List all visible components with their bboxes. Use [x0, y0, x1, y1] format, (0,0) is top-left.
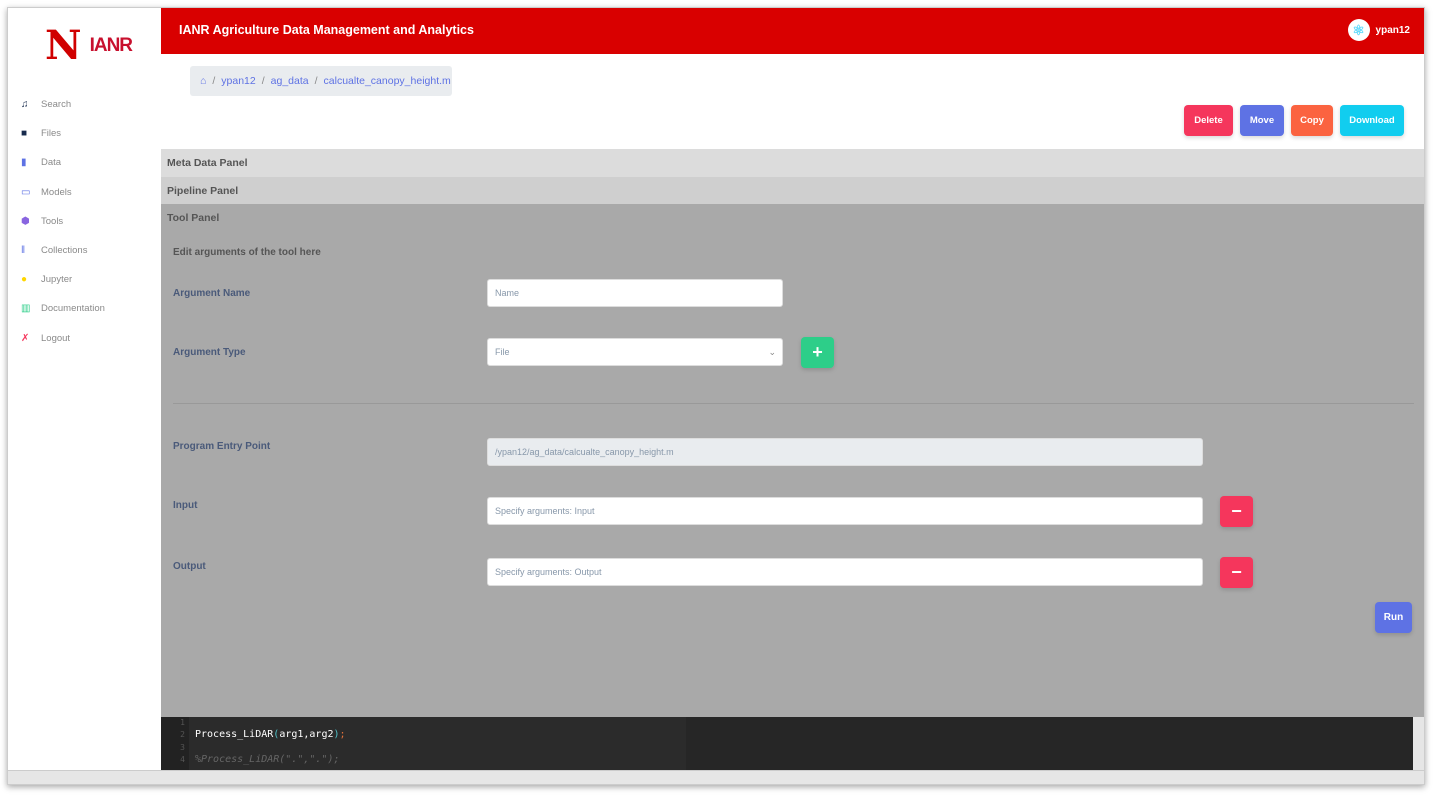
sidebar-item-search[interactable]: ♫ Search: [21, 90, 105, 119]
sidebar-item-files[interactable]: ■ Files: [21, 119, 105, 148]
tool-subtitle: Edit arguments of the tool here: [173, 247, 321, 258]
tool-panel-header[interactable]: Tool Panel: [161, 204, 1424, 232]
output-argument-field[interactable]: Specify arguments: Output: [487, 558, 1203, 586]
run-button[interactable]: Run: [1375, 602, 1412, 633]
user-icon: ●: [21, 274, 28, 286]
sidebar-item-label: Documentation: [41, 303, 105, 315]
sidebar-item-models[interactable]: ▭ Models: [21, 178, 105, 207]
username: ypan12: [1375, 24, 1410, 36]
breadcrumb-folder[interactable]: ag_data: [271, 75, 309, 87]
editor-vertical-scrollbar[interactable]: [1413, 717, 1424, 770]
app-window: N IANR ♫ Search ■ Files ▮ Data ▭ Models ⬢ Tools ‖ C…: [7, 7, 1425, 785]
top-header: IANR Agriculture Data Management and Ana…: [161, 8, 1424, 54]
entry-point-field[interactable]: /ypan12/ag_data/calcualte_canopy_height.…: [487, 438, 1203, 466]
sidebar-item-logout[interactable]: ✗ Logout: [21, 324, 105, 353]
minus-icon: −: [1231, 501, 1242, 521]
move-button[interactable]: Move: [1240, 105, 1284, 136]
input-label: Input: [173, 500, 198, 511]
argument-name-label: Argument Name: [173, 288, 251, 299]
file-actions: Delete Move Copy Download: [1184, 105, 1404, 136]
react-avatar-icon: ⚛: [1347, 19, 1370, 41]
entry-point-label: Program Entry Point: [173, 441, 271, 452]
pipeline-panel-header[interactable]: Pipeline Panel: [161, 177, 1424, 204]
sidebar-item-label: Jupyter: [41, 274, 73, 286]
sidebar: N IANR ♫ Search ■ Files ▮ Data ▭ Models ⬢ Tools ‖ C…: [8, 8, 161, 770]
line-numbers: 1234: [161, 717, 189, 770]
files-icon: ■: [21, 128, 28, 140]
minus-icon: −: [1231, 562, 1242, 582]
chart-bar-icon: ▮: [21, 157, 27, 169]
breadcrumb-file[interactable]: calcualte_canopy_height.m: [324, 75, 451, 87]
sidebar-item-label: Models: [41, 186, 72, 198]
sidebar-item-documentation[interactable]: ▥ Documentation: [21, 294, 105, 323]
home-icon[interactable]: ⌂: [200, 75, 206, 87]
code-lines: Process_LiDAR(arg1,arg2); %Process_LiDAR…: [195, 717, 346, 766]
sidebar-nav: ♫ Search ■ Files ▮ Data ▭ Models ⬢ Tools ‖ Collecti…: [21, 90, 105, 353]
sidebar-item-tools[interactable]: ⬢ Tools: [21, 207, 105, 236]
search-icon: ♫: [21, 99, 29, 111]
horizontal-scrollbar[interactable]: [8, 770, 1424, 784]
argument-type-value: File: [495, 347, 510, 357]
box-icon: ⬢: [21, 215, 30, 227]
delete-button[interactable]: Delete: [1184, 105, 1233, 136]
sidebar-item-label: Logout: [41, 332, 71, 344]
books-icon: ▥: [21, 303, 31, 315]
sidebar-item-label: Collections: [41, 245, 88, 257]
output-label: Output: [173, 561, 206, 572]
logout-icon: ✗: [21, 332, 30, 344]
download-button[interactable]: Download: [1340, 105, 1404, 136]
remove-output-button[interactable]: −: [1220, 557, 1253, 588]
remove-input-button[interactable]: −: [1220, 496, 1253, 527]
argument-name-input[interactable]: Name: [487, 279, 783, 307]
plus-icon: +: [812, 342, 823, 362]
laptop-icon: ▭: [21, 186, 31, 198]
breadcrumb: ⌂ / ypan12/ ag_data / calcualte_canopy_hei…: [190, 66, 452, 96]
sidebar-item-data[interactable]: ▮ Data: [21, 148, 105, 177]
sidebar-item-collections[interactable]: ‖ Collections: [21, 236, 105, 265]
collections-icon: ‖: [21, 245, 26, 257]
sidebar-item-label: Tools: [41, 215, 64, 227]
app-title: IANR Agriculture Data Management and Ana…: [179, 23, 474, 37]
add-argument-button[interactable]: +: [801, 337, 834, 368]
user-menu[interactable]: ⚛ ypan12: [1347, 19, 1410, 41]
editor-side-area: [686, 717, 1424, 770]
tool-panel: Tool Panel Edit arguments of the tool he…: [161, 204, 1424, 717]
input-argument-field[interactable]: Specify arguments: Input: [487, 497, 1203, 525]
sidebar-item-label: Data: [41, 157, 62, 169]
copy-button[interactable]: Copy: [1291, 105, 1333, 136]
sidebar-item-label: Files: [41, 128, 62, 140]
code-editor[interactable]: 1234 Process_LiDAR(arg1,arg2); %Process_…: [161, 717, 1424, 770]
sidebar-item-jupyter[interactable]: ● Jupyter: [21, 265, 105, 294]
code-line-4: %Process_LiDAR(".",".");: [195, 753, 340, 765]
meta-data-panel-header[interactable]: Meta Data Panel: [161, 149, 1424, 177]
logo[interactable]: N IANR: [45, 26, 133, 66]
breadcrumb-user[interactable]: ypan12: [221, 75, 255, 87]
chevron-down-icon: ⌄: [768, 346, 776, 357]
argument-type-label: Argument Type: [173, 347, 246, 358]
argument-type-select[interactable]: File ⌄: [487, 338, 783, 366]
sidebar-item-label: Search: [41, 99, 72, 111]
divider: [173, 403, 1414, 404]
code-line-2: Process_LiDAR(arg1,arg2);: [195, 729, 346, 741]
